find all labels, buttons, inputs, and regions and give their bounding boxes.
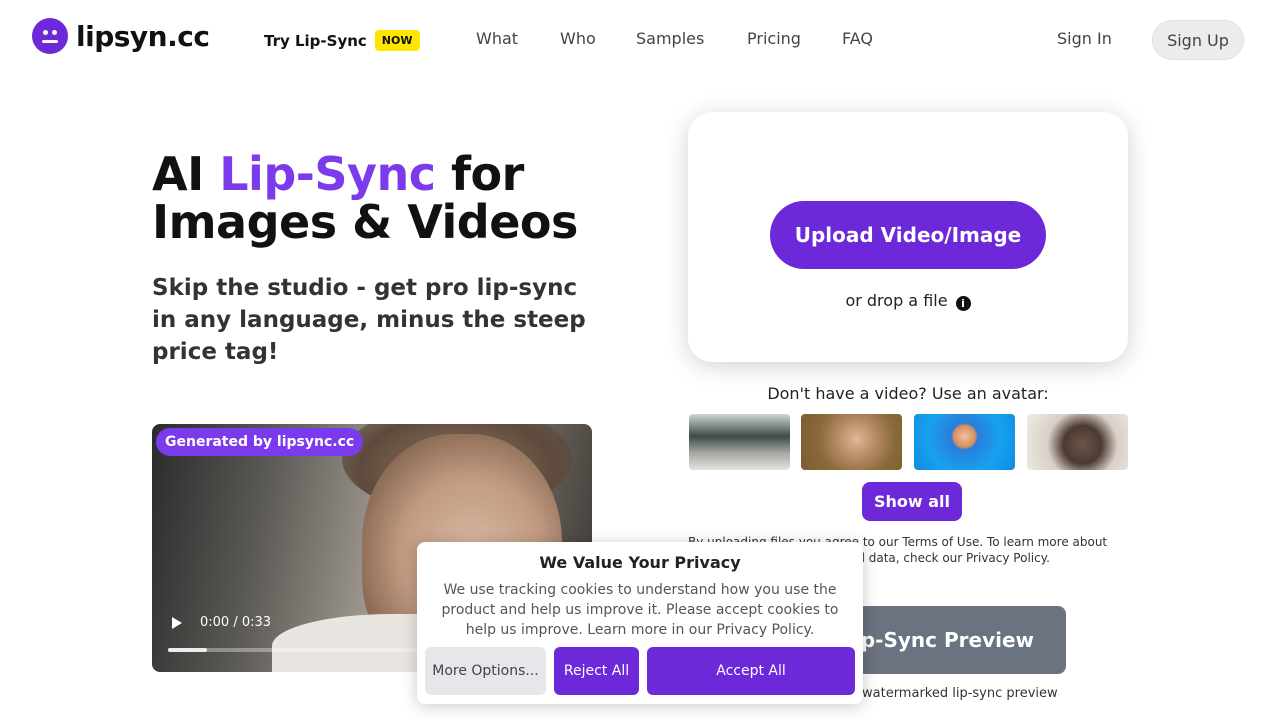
avatar-label: Don't have a video? Use an avatar: <box>767 384 1049 403</box>
more-options-button[interactable]: More Options... <box>425 647 546 695</box>
site-header: lipsyn.cc Try Lip-Sync NOW What Who Samp… <box>0 0 1280 80</box>
nav-faq[interactable]: FAQ <box>842 29 873 48</box>
avatar-thumb-elderly-man[interactable] <box>1027 414 1128 470</box>
try-lip-sync-label: Try Lip-Sync <box>264 31 367 50</box>
hero-subtitle: Skip the studio - get pro lip-sync in an… <box>152 275 586 365</box>
upload-video-image-button[interactable]: Upload Video/Image <box>770 201 1046 269</box>
reject-all-button[interactable]: Reject All <box>554 647 639 695</box>
hero-title-line2: Images & Videos <box>152 195 578 249</box>
logo-text: lipsyn.cc <box>76 19 210 53</box>
avatar-thumb-cartoon-girl[interactable] <box>914 414 1015 470</box>
drop-file-hint: or drop a file i <box>688 291 1128 311</box>
show-all-button[interactable]: Show all <box>862 482 962 521</box>
avatar-thumb-office-meeting[interactable] <box>689 414 790 470</box>
video-time: 0:00 / 0:33 <box>200 615 272 630</box>
video-progress-bar[interactable] <box>168 648 428 652</box>
cookie-text: We use tracking cookies to understand ho… <box>441 582 839 638</box>
info-icon[interactable]: i <box>955 296 971 311</box>
drop-file-label: or drop a file <box>845 291 948 310</box>
accept-all-button[interactable]: Accept All <box>647 647 855 695</box>
sign-up-button[interactable]: Sign Up <box>1152 20 1244 60</box>
generated-by-badge: Generated by lipsync.cc <box>156 428 364 456</box>
hero-title-accent: Lip-Sync <box>219 147 436 201</box>
hero-title-suffix: for <box>435 147 524 201</box>
cookie-title: We Value Your Privacy <box>539 553 741 572</box>
hero-title-prefix: AI <box>152 147 220 201</box>
play-icon[interactable] <box>172 617 182 629</box>
now-badge: NOW <box>374 30 420 51</box>
preview-note: watermarked lip-sync preview <box>862 686 1058 701</box>
logo[interactable]: lipsyn.cc <box>32 18 210 54</box>
nav-what[interactable]: What <box>476 29 518 48</box>
smiley-logo-icon <box>32 18 68 54</box>
nav-samples[interactable]: Samples <box>636 29 704 48</box>
nav-pricing[interactable]: Pricing <box>747 29 801 48</box>
video-progress-fill <box>168 648 207 652</box>
avatar-thumb-woman-yellow[interactable] <box>801 414 902 470</box>
try-lip-sync-link[interactable]: Try Lip-Sync NOW <box>264 30 420 51</box>
lip-sync-preview-button[interactable]: Lip-Sync Preview <box>836 606 1066 674</box>
upload-dropzone[interactable]: Upload Video/Image or drop a file i <box>688 112 1128 362</box>
hero-title: AI Lip-Sync for Images & Videos <box>152 150 578 246</box>
nav-who[interactable]: Who <box>560 29 596 48</box>
cookie-consent-banner: We Value Your Privacy We use tracking co… <box>417 542 863 704</box>
sign-in-link[interactable]: Sign In <box>1057 29 1112 48</box>
